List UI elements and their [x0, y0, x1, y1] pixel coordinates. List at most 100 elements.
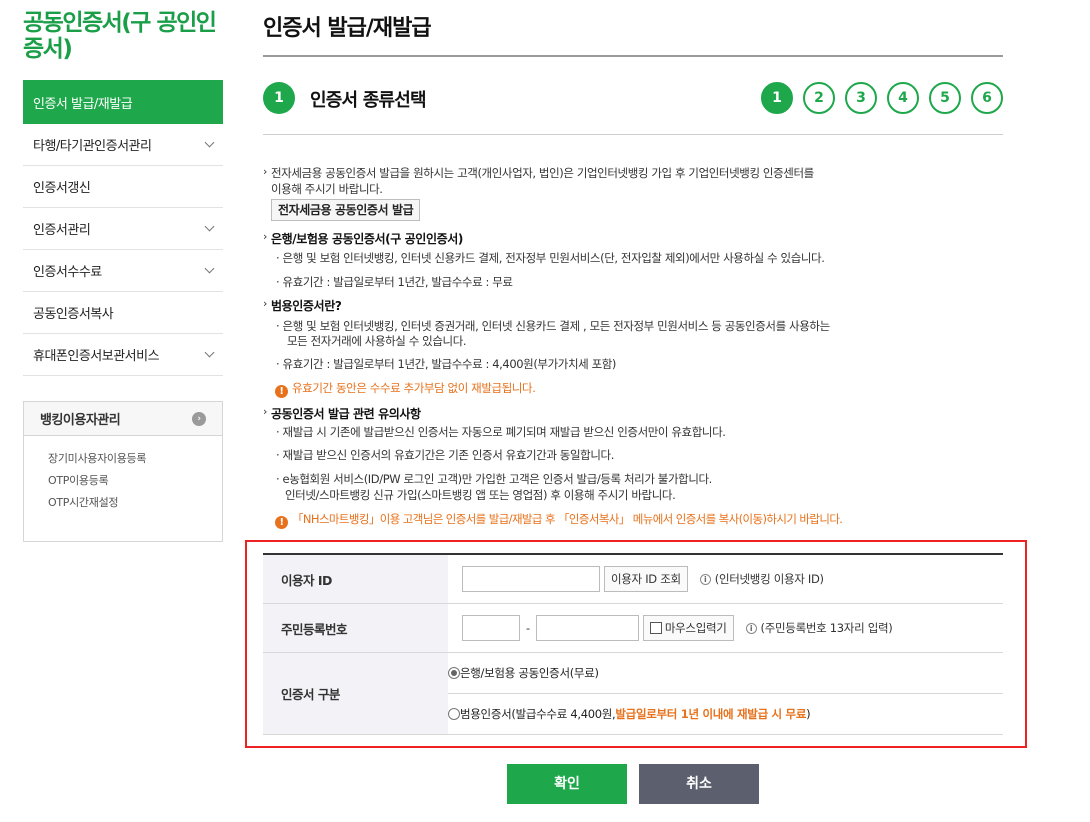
sidebar-item-label: 타행/타기관인증서관리: [33, 139, 152, 154]
resident-number-hint: (주민등록번호 13자리 입력): [760, 621, 893, 635]
page-title: 인증서 발급/재발급: [263, 16, 432, 41]
warning-icon: !: [275, 385, 288, 398]
caution-item-2: · 재발급 받으신 인증서의 유효기간은 기존 인증서 유효기간과 동일합니다.: [276, 448, 615, 462]
caution-heading: 공동인증서 발급 관련 유의사항: [271, 407, 421, 421]
chevron-down-icon: [204, 221, 215, 232]
caution-item-3: · e농협회원 서비스(ID/PW 로그인 고객)만 가입한 고객은 인증서 발…: [276, 472, 713, 486]
resident-number-separator: -: [526, 621, 530, 635]
chevron-down-icon: [204, 137, 215, 148]
cert-type-options: 은행/보험용 공동인증서(무료) 범용인증서(발급수수료 4,400원, 발급일…: [448, 653, 1003, 734]
sidebar-item-label: 인증서갱신: [33, 181, 91, 196]
cert-option-general-highlight: 발급일로부터 1년 이내에 재발급 시 무료: [615, 707, 807, 721]
user-id-label: 이용자 ID: [263, 555, 448, 603]
cert-option-general-label: 범용인증서(발급수수료 4,400원,: [460, 707, 616, 721]
step-indicator-2: 2: [803, 82, 835, 114]
user-id-hint: (인터넷뱅킹 이용자 ID): [714, 572, 824, 586]
cert-type-label: 인증서 구분: [263, 653, 448, 734]
bullet-arrow-icon: ›: [263, 165, 267, 178]
general-cert-heading: 범용인증서란?: [271, 299, 342, 313]
sidebar-item-label: 인증서관리: [33, 223, 91, 238]
general-cert-warning: ! 유효기간 동안은 수수료 추가부담 없이 재발급됩니다.: [275, 380, 536, 398]
caution-item-1-text: 재발급 시 기존에 발급받으신 인증서는 자동으로 폐기되며 재발급 받으신 인…: [282, 425, 726, 439]
etax-cert-issue-button[interactable]: 전자세금용 공동인증서 발급: [271, 199, 421, 221]
step-header: 1 인증서 종류선택 1 2 3 4 5 6: [263, 81, 1003, 115]
warning-icon: !: [275, 516, 288, 529]
general-cert-warning-text: 유효기간 동안은 수수료 추가부담 없이 재발급됩니다.: [292, 381, 536, 395]
banking-user-manage-box: 뱅킹이용자관리 › 장기미사용자이용등록 OTP이용등록 OTP시간재설정: [23, 401, 223, 542]
sidebar-item-other-bank-cert[interactable]: 타행/타기관인증서관리: [23, 124, 223, 166]
caution-item-2-text: 재발급 받으신 인증서의 유효기간은 기존 인증서 유효기간과 동일합니다.: [282, 448, 615, 462]
step-title: 인증서 종류선택: [310, 90, 427, 111]
caution-warning: ! 「NH스마트뱅킹」이용 고객님은 인증서를 발급/재발급 후 「인증서복사」 …: [275, 511, 843, 529]
info-icon: i: [745, 622, 757, 634]
caution-item-3-text: e농협회원 서비스(ID/PW 로그인 고객)만 가입한 고객은 인증서 발급/…: [282, 472, 713, 486]
info-icon: i: [699, 573, 711, 585]
chevron-down-icon: [204, 263, 215, 274]
step-indicator-3: 3: [845, 82, 877, 114]
cert-option-bank-label: 은행/보험용 공동인증서(무료): [460, 666, 599, 680]
confirm-button[interactable]: 확인: [507, 764, 627, 804]
step-indicator-6: 6: [971, 82, 1003, 114]
caution-item-3-line2: 인터넷/스마트뱅킹 신규 가입(스마트뱅킹 앱 또는 영업점) 후 이용해 주시…: [285, 488, 676, 502]
step-indicator-1: 1: [761, 82, 793, 114]
bank-cert-period-text: 유효기간 : 발급일로부터 1년간, 발급수수료 : 무료: [282, 275, 513, 289]
sidebar-item-label: 공동인증서복사: [33, 307, 114, 322]
sidebar-item-label: 인증서 발급/재발급: [33, 96, 133, 112]
sidebar-item-phone-cert-storage[interactable]: 휴대폰인증서보관서비스: [23, 334, 223, 376]
resident-number-back-input[interactable]: [535, 615, 639, 641]
sidebar-title: 공동인증서(구 공인인증서): [23, 10, 217, 62]
cert-issue-form: 이용자 ID 이용자 ID 조회 i (인터넷뱅킹 이용자 ID) 주민등록번호…: [263, 553, 1003, 735]
sidebar-item-cert-fee[interactable]: 인증서수수료: [23, 250, 223, 292]
sidebar-item-cert-copy[interactable]: 공동인증서복사: [23, 292, 223, 334]
user-id-lookup-button[interactable]: 이용자 ID 조회: [604, 566, 688, 592]
general-cert-period: · 유효기간 : 발급일로부터 1년간, 발급수수료 : 4,400원(부가가치…: [276, 357, 617, 371]
chevron-down-icon: [204, 347, 215, 358]
general-cert-usage: · 은행 및 보험 인터넷뱅킹, 인터넷 증권거래, 인터넷 신용카드 결제 ,…: [276, 319, 830, 333]
sidebar-menu: 인증서 발급/재발급 타행/타기관인증서관리 인증서갱신 인증서관리 인증서수수…: [23, 80, 223, 376]
general-cert-period-text: 유효기간 : 발급일로부터 1년간, 발급수수료 : 4,400원(부가가치세 …: [282, 357, 617, 371]
bank-cert-period: · 유효기간 : 발급일로부터 1년간, 발급수수료 : 무료: [276, 275, 513, 289]
link-otp-resync[interactable]: OTP시간재설정: [48, 492, 222, 514]
sidebar-item-cert-manage[interactable]: 인증서관리: [23, 208, 223, 250]
resident-number-cell: - 마우스입력기 i (주민등록번호 13자리 입력): [448, 604, 1003, 652]
form-row-cert-type: 인증서 구분 은행/보험용 공동인증서(무료) 범용인증서(발급수수료 4,40…: [263, 653, 1003, 735]
cert-option-general[interactable]: 범용인증서(발급수수료 4,400원, 발급일로부터 1년 이내에 재발급 시 …: [448, 694, 1003, 734]
mouse-input-toggle[interactable]: 마우스입력기: [642, 615, 734, 641]
mouse-input-label: 마우스입력기: [664, 621, 727, 635]
bank-cert-heading: 은행/보험용 공동인증서(구 공인인증서): [271, 232, 463, 246]
intro-text-line2: 이용해 주시기 바랍니다.: [271, 182, 383, 196]
banking-links: 장기미사용자이용등록 OTP이용등록 OTP시간재설정: [24, 436, 222, 514]
link-dormant-user-register[interactable]: 장기미사용자이용등록: [48, 448, 222, 470]
arrow-right-circle-icon[interactable]: ›: [192, 411, 206, 426]
sidebar-item-label: 인증서수수료: [33, 265, 102, 280]
step-divider: [263, 134, 1003, 135]
general-cert-usage-line2: 모든 전자거래에 사용하실 수 있습니다.: [287, 334, 467, 348]
cert-option-bank[interactable]: 은행/보험용 공동인증서(무료): [448, 653, 1003, 694]
bullet-arrow-icon: ›: [263, 297, 267, 310]
current-step-badge: 1: [263, 82, 295, 114]
resident-number-label: 주민등록번호: [263, 604, 448, 652]
mouse-input-checkbox[interactable]: [649, 622, 662, 634]
caution-warning-text: 「NH스마트뱅킹」이용 고객님은 인증서를 발급/재발급 후 「인증서복사」 메…: [292, 512, 843, 526]
cancel-button[interactable]: 취소: [639, 764, 759, 804]
user-id-input[interactable]: [462, 566, 600, 592]
user-id-cell: 이용자 ID 조회 i (인터넷뱅킹 이용자 ID): [448, 555, 1003, 603]
cert-option-general-radio[interactable]: [448, 708, 460, 720]
bank-cert-usage: · 은행 및 보험 인터넷뱅킹, 인터넷 신용카드 결제, 전자정부 민원서비스…: [276, 251, 825, 265]
banking-user-manage-header[interactable]: 뱅킹이용자관리 ›: [24, 402, 222, 436]
resident-number-front-input[interactable]: [462, 615, 520, 641]
intro-text-line1: 전자세금용 공동인증서 발급을 원하시는 고객(개인사업자, 법인)은 기업인터…: [271, 166, 814, 180]
sidebar-item-cert-renew[interactable]: 인증서갱신: [23, 166, 223, 208]
sidebar-item-label: 휴대폰인증서보관서비스: [33, 349, 160, 364]
title-divider: [263, 55, 1003, 57]
banking-user-manage-title: 뱅킹이용자관리: [40, 413, 121, 428]
cert-option-bank-radio[interactable]: [448, 667, 460, 679]
form-row-user-id: 이용자 ID 이용자 ID 조회 i (인터넷뱅킹 이용자 ID): [263, 555, 1003, 604]
sidebar-item-cert-issue[interactable]: 인증서 발급/재발급: [23, 80, 223, 124]
link-otp-register[interactable]: OTP이용등록: [48, 470, 222, 492]
bank-cert-usage-text: 은행 및 보험 인터넷뱅킹, 인터넷 신용카드 결제, 전자정부 민원서비스(단…: [282, 251, 825, 265]
bullet-arrow-icon: ›: [263, 405, 267, 418]
caution-item-1: · 재발급 시 기존에 발급받으신 인증서는 자동으로 폐기되며 재발급 받으신…: [276, 425, 726, 439]
cert-option-general-close: ): [806, 707, 811, 721]
form-row-resident-number: 주민등록번호 - 마우스입력기 i (주민등록번호 13자리 입력): [263, 604, 1003, 653]
